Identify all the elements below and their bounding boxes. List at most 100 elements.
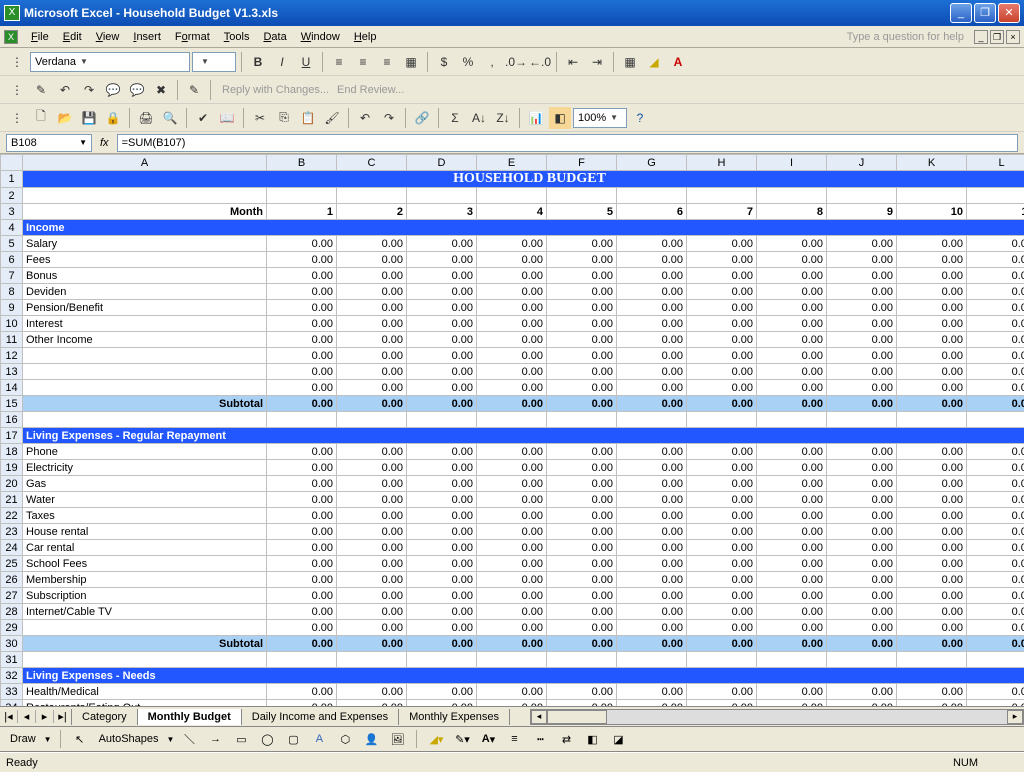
- next-comment-button[interactable]: ↷: [78, 79, 100, 101]
- sheet-tab[interactable]: Category: [71, 709, 138, 725]
- cell[interactable]: 0.00: [407, 460, 477, 476]
- cell[interactable]: 0.00: [547, 332, 617, 348]
- cell[interactable]: 0.00: [757, 492, 827, 508]
- row-header-16[interactable]: 16: [1, 412, 23, 428]
- cell[interactable]: 0.00: [337, 540, 407, 556]
- cell[interactable]: 0.00: [827, 508, 897, 524]
- percent-button[interactable]: %: [457, 51, 479, 73]
- cell[interactable]: 0.00: [407, 524, 477, 540]
- row-header-14[interactable]: 14: [1, 380, 23, 396]
- cell[interactable]: 0.00: [967, 636, 1024, 652]
- cell[interactable]: 0.00: [337, 236, 407, 252]
- cell[interactable]: 0.00: [407, 316, 477, 332]
- toolbar-handle-icon[interactable]: ⋮: [6, 51, 28, 73]
- col-header-B[interactable]: B: [267, 155, 337, 171]
- cell[interactable]: 0.00: [337, 364, 407, 380]
- month-header[interactable]: 5: [547, 204, 617, 220]
- cell[interactable]: 0.00: [967, 476, 1024, 492]
- cell[interactable]: 0.00: [267, 636, 337, 652]
- cell[interactable]: 0.00: [757, 572, 827, 588]
- cell[interactable]: 0.00: [267, 540, 337, 556]
- fx-icon[interactable]: fx: [100, 137, 109, 149]
- show-comment-button[interactable]: 💬: [102, 79, 124, 101]
- cell[interactable]: 0.00: [407, 364, 477, 380]
- textbox-button[interactable]: ▢: [282, 728, 304, 750]
- cell[interactable]: 0.00: [547, 236, 617, 252]
- cell[interactable]: 0.00: [477, 556, 547, 572]
- cell[interactable]: 0.00: [477, 636, 547, 652]
- month-header[interactable]: 11: [967, 204, 1024, 220]
- cell[interactable]: 0.00: [687, 556, 757, 572]
- borders-button[interactable]: ▦: [619, 51, 641, 73]
- cell[interactable]: 0.00: [827, 284, 897, 300]
- cell[interactable]: 0.00: [547, 460, 617, 476]
- help-search[interactable]: Type a question for help: [847, 31, 970, 43]
- cell[interactable]: 0.00: [897, 700, 967, 707]
- month-header[interactable]: 10: [897, 204, 967, 220]
- cell[interactable]: 0.00: [477, 604, 547, 620]
- cell[interactable]: 0.00: [547, 348, 617, 364]
- row-header-19[interactable]: 19: [1, 460, 23, 476]
- cell[interactable]: 0.00: [897, 252, 967, 268]
- month-header[interactable]: 8: [757, 204, 827, 220]
- cell[interactable]: 0.00: [337, 268, 407, 284]
- cell[interactable]: 0.00: [827, 316, 897, 332]
- cell[interactable]: 0.00: [547, 476, 617, 492]
- row-header-27[interactable]: 27: [1, 588, 23, 604]
- fill-color-button[interactable]: ◢: [643, 51, 665, 73]
- row-label[interactable]: Internet/Cable TV: [23, 604, 267, 620]
- cell[interactable]: 0.00: [827, 540, 897, 556]
- formula-input[interactable]: =SUM(B107): [117, 134, 1018, 152]
- dash-style-button[interactable]: ┅: [529, 728, 551, 750]
- cell[interactable]: 0.00: [547, 284, 617, 300]
- close-button[interactable]: ✕: [998, 3, 1020, 23]
- menu-window[interactable]: Window: [294, 29, 347, 45]
- cell[interactable]: 0.00: [407, 380, 477, 396]
- cell[interactable]: 0.00: [267, 396, 337, 412]
- cell[interactable]: 0.00: [687, 396, 757, 412]
- autoshapes-menu[interactable]: AutoShapes: [95, 733, 163, 745]
- row-label[interactable]: Salary: [23, 236, 267, 252]
- cell[interactable]: 0.00: [267, 556, 337, 572]
- cell[interactable]: 0.00: [897, 380, 967, 396]
- cell[interactable]: 0.00: [897, 540, 967, 556]
- cell[interactable]: 0.00: [897, 348, 967, 364]
- tab-nav-first[interactable]: |◂: [0, 710, 18, 723]
- cell[interactable]: 0.00: [267, 604, 337, 620]
- row-header-3[interactable]: 3: [1, 204, 23, 220]
- cell[interactable]: 0.00: [477, 300, 547, 316]
- cell[interactable]: 0.00: [687, 540, 757, 556]
- cell[interactable]: 0.00: [267, 476, 337, 492]
- cell[interactable]: 0.00: [337, 588, 407, 604]
- cell[interactable]: [757, 188, 827, 204]
- format-painter-button[interactable]: 🖌: [321, 107, 343, 129]
- cell[interactable]: 0.00: [687, 492, 757, 508]
- cell[interactable]: 0.00: [617, 364, 687, 380]
- increase-decimal-button[interactable]: .0→: [505, 51, 527, 73]
- cell[interactable]: [267, 652, 337, 668]
- cell[interactable]: 0.00: [337, 572, 407, 588]
- cell[interactable]: 0.00: [757, 364, 827, 380]
- row-label[interactable]: [23, 348, 267, 364]
- new-comment-button[interactable]: ✎: [30, 79, 52, 101]
- row-header-24[interactable]: 24: [1, 540, 23, 556]
- cell[interactable]: 0.00: [897, 364, 967, 380]
- cell[interactable]: 0.00: [827, 380, 897, 396]
- cell[interactable]: 0.00: [757, 636, 827, 652]
- cell[interactable]: 0.00: [687, 252, 757, 268]
- cell[interactable]: 0.00: [617, 700, 687, 707]
- row-header-10[interactable]: 10: [1, 316, 23, 332]
- cell[interactable]: 0.00: [267, 284, 337, 300]
- cell[interactable]: 0.00: [407, 540, 477, 556]
- col-header-A[interactable]: A: [23, 155, 267, 171]
- cell[interactable]: 0.00: [617, 380, 687, 396]
- cell[interactable]: [897, 412, 967, 428]
- month-label[interactable]: Month: [23, 204, 267, 220]
- cell[interactable]: 0.00: [407, 476, 477, 492]
- cell[interactable]: 0.00: [757, 268, 827, 284]
- cell[interactable]: 0.00: [757, 460, 827, 476]
- cell[interactable]: 0.00: [687, 300, 757, 316]
- cell[interactable]: 0.00: [827, 300, 897, 316]
- row-header-5[interactable]: 5: [1, 236, 23, 252]
- cell[interactable]: 0.00: [407, 700, 477, 707]
